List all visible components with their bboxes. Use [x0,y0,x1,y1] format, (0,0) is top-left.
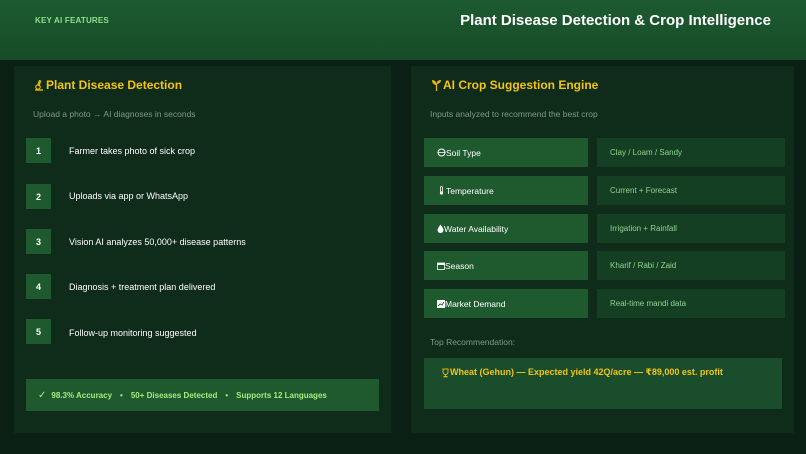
page-title: Plant Disease Detection & Crop Intellige… [460,12,771,29]
input-value-season: Kharif / Rabi / Zaid [597,251,785,280]
recommendation-label: Top Recommendation: [430,337,516,347]
step-number-2: 2 [26,184,51,209]
step-text-1: Farmer takes photo of sick crop [69,146,196,156]
trophy-icon [442,368,449,378]
header-bar [0,0,806,60]
input-label-text: Temperature [446,185,494,196]
soil-icon [437,148,446,157]
input-label-text: Soil Type [446,147,481,158]
input-label-market: Market Demand [424,289,588,318]
step-number-3: 3 [26,229,51,254]
crop-suggestion-title: AI Crop Suggestion Engine [443,78,599,92]
check-icon: ✓ [38,389,47,401]
input-value-water: Irrigation + Rainfall [597,214,785,243]
step-text-2: Uploads via app or WhatsApp [69,191,189,201]
accuracy-stat: 98.3% Accuracy [51,390,113,400]
stats-bar: ✓ 98.3% Accuracy • 50+ Diseases Detected… [26,379,379,411]
input-label-temperature: Temperature [424,176,588,205]
languages-stat: Supports 12 Languages [236,390,327,400]
chart-icon [437,299,445,308]
step-text-5: Follow-up monitoring suggested [69,328,197,338]
recommendation-box: Wheat (Gehun) — Expected yield 42Q/acre … [424,358,782,409]
disease-detection-subtitle: Upload a photo → AI diagnoses in seconds [33,109,196,119]
recommendation-text: Wheat (Gehun) — Expected yield 42Q/acre … [450,367,723,377]
step-text-4: Diagnosis + treatment plan delivered [69,282,216,292]
input-label-water: Water Availability [424,214,588,243]
water-drop-icon [437,224,444,233]
disease-detection-title: Plant Disease Detection [46,78,183,92]
microscope-icon [35,79,43,91]
step-text-3: Vision AI analyzes 50,000+ disease patte… [69,237,246,247]
input-label-text: Market Demand [445,298,506,309]
seedling-icon [432,80,441,91]
step-number-4: 4 [26,274,51,299]
disease-detection-heading: Plant Disease Detection [33,78,182,92]
crop-suggestion-heading: AI Crop Suggestion Engine [431,78,598,92]
crop-suggestion-subtitle: Inputs analyzed to recommend the best cr… [430,109,598,119]
input-value-soil: Clay / Loam / Sandy [597,138,785,167]
input-value-temperature: Current + Forecast [597,176,785,205]
stat-separator: • [225,390,229,400]
step-number-1: 1 [26,138,51,163]
stat-separator: • [120,390,123,400]
input-label-text: Season [445,260,474,271]
disease-detection-panel [14,66,391,433]
diseases-stat: 50+ Diseases Detected [130,390,218,400]
thermometer-icon [439,186,444,195]
section-kicker: KEY AI FEATURES [35,16,109,25]
input-label-text: Water Availability [444,223,509,234]
calendar-icon [437,262,445,270]
step-number-5: 5 [26,319,51,344]
input-value-market: Real-time mandi data [597,289,785,318]
input-label-soil: Soil Type [424,138,588,167]
input-label-season: Season [424,251,588,280]
